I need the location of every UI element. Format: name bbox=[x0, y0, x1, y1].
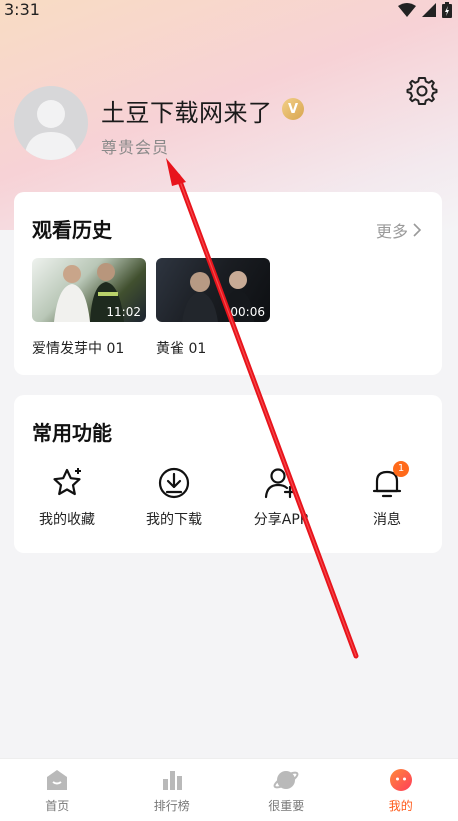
status-time: 3:31 bbox=[4, 0, 40, 19]
share-user-icon bbox=[263, 465, 299, 501]
home-icon bbox=[44, 767, 70, 793]
planet-icon bbox=[273, 767, 299, 793]
nav-ranking[interactable]: 排行榜 bbox=[115, 759, 230, 821]
status-icons bbox=[398, 2, 452, 18]
watch-history-card: 观看历史 更多 11:02 00:06 爱情发芽中 01 黄雀 01 bbox=[14, 192, 442, 375]
battery-icon bbox=[442, 2, 452, 18]
nav-mine[interactable]: 我的 bbox=[344, 759, 458, 821]
messages-label: 消息 bbox=[337, 509, 437, 529]
bell-icon: 1 bbox=[369, 465, 405, 501]
messages-button[interactable]: 1 消息 bbox=[337, 465, 437, 529]
download-icon bbox=[156, 465, 192, 501]
video-duration: 00:06 bbox=[230, 305, 265, 319]
share-app-button[interactable]: 分享APP bbox=[231, 465, 331, 529]
favorites-label: 我的收藏 bbox=[17, 509, 117, 529]
avatar[interactable] bbox=[14, 86, 88, 160]
history-thumbnail[interactable]: 00:06 bbox=[156, 258, 270, 322]
notification-badge: 1 bbox=[393, 461, 409, 477]
favorites-button[interactable]: 我的收藏 bbox=[17, 465, 117, 529]
vip-badge-icon: V bbox=[282, 98, 304, 120]
common-functions-title: 常用功能 bbox=[32, 417, 112, 446]
history-item-title[interactable]: 爱情发芽中 01 bbox=[32, 338, 124, 358]
downloads-button[interactable]: 我的下载 bbox=[124, 465, 224, 529]
nav-home[interactable]: 首页 bbox=[0, 759, 115, 821]
video-duration: 11:02 bbox=[106, 305, 141, 319]
user-silhouette-icon bbox=[14, 86, 88, 160]
member-level: 尊贵会员 bbox=[101, 134, 169, 158]
nav-ranking-label: 排行榜 bbox=[115, 797, 230, 814]
nav-important-label: 很重要 bbox=[229, 797, 344, 814]
history-item-title[interactable]: 黄雀 01 bbox=[156, 338, 206, 358]
username: 土豆下载网来了 bbox=[101, 93, 273, 128]
common-functions-card: 常用功能 我的收藏 我的下载 分享APP 1 消息 bbox=[14, 395, 442, 553]
share-app-label: 分享APP bbox=[231, 509, 331, 529]
status-bar: 3:31 bbox=[0, 0, 458, 22]
star-icon bbox=[49, 465, 85, 501]
settings-gear-icon[interactable] bbox=[406, 75, 438, 107]
signal-icon bbox=[422, 3, 436, 17]
watch-history-title: 观看历史 bbox=[32, 214, 112, 243]
chevron-right-icon bbox=[412, 223, 422, 237]
downloads-label: 我的下载 bbox=[124, 509, 224, 529]
profile-face-icon bbox=[388, 767, 414, 793]
wifi-icon bbox=[398, 3, 416, 17]
bottom-navigation: 首页 排行榜 很重要 我的 bbox=[0, 758, 458, 821]
more-link[interactable]: 更多 bbox=[376, 218, 422, 242]
nav-home-label: 首页 bbox=[0, 797, 115, 814]
nav-mine-label: 我的 bbox=[344, 797, 458, 814]
ranking-icon bbox=[159, 767, 185, 793]
history-thumbnail[interactable]: 11:02 bbox=[32, 258, 146, 322]
nav-important[interactable]: 很重要 bbox=[229, 759, 344, 821]
more-label: 更多 bbox=[376, 218, 408, 242]
